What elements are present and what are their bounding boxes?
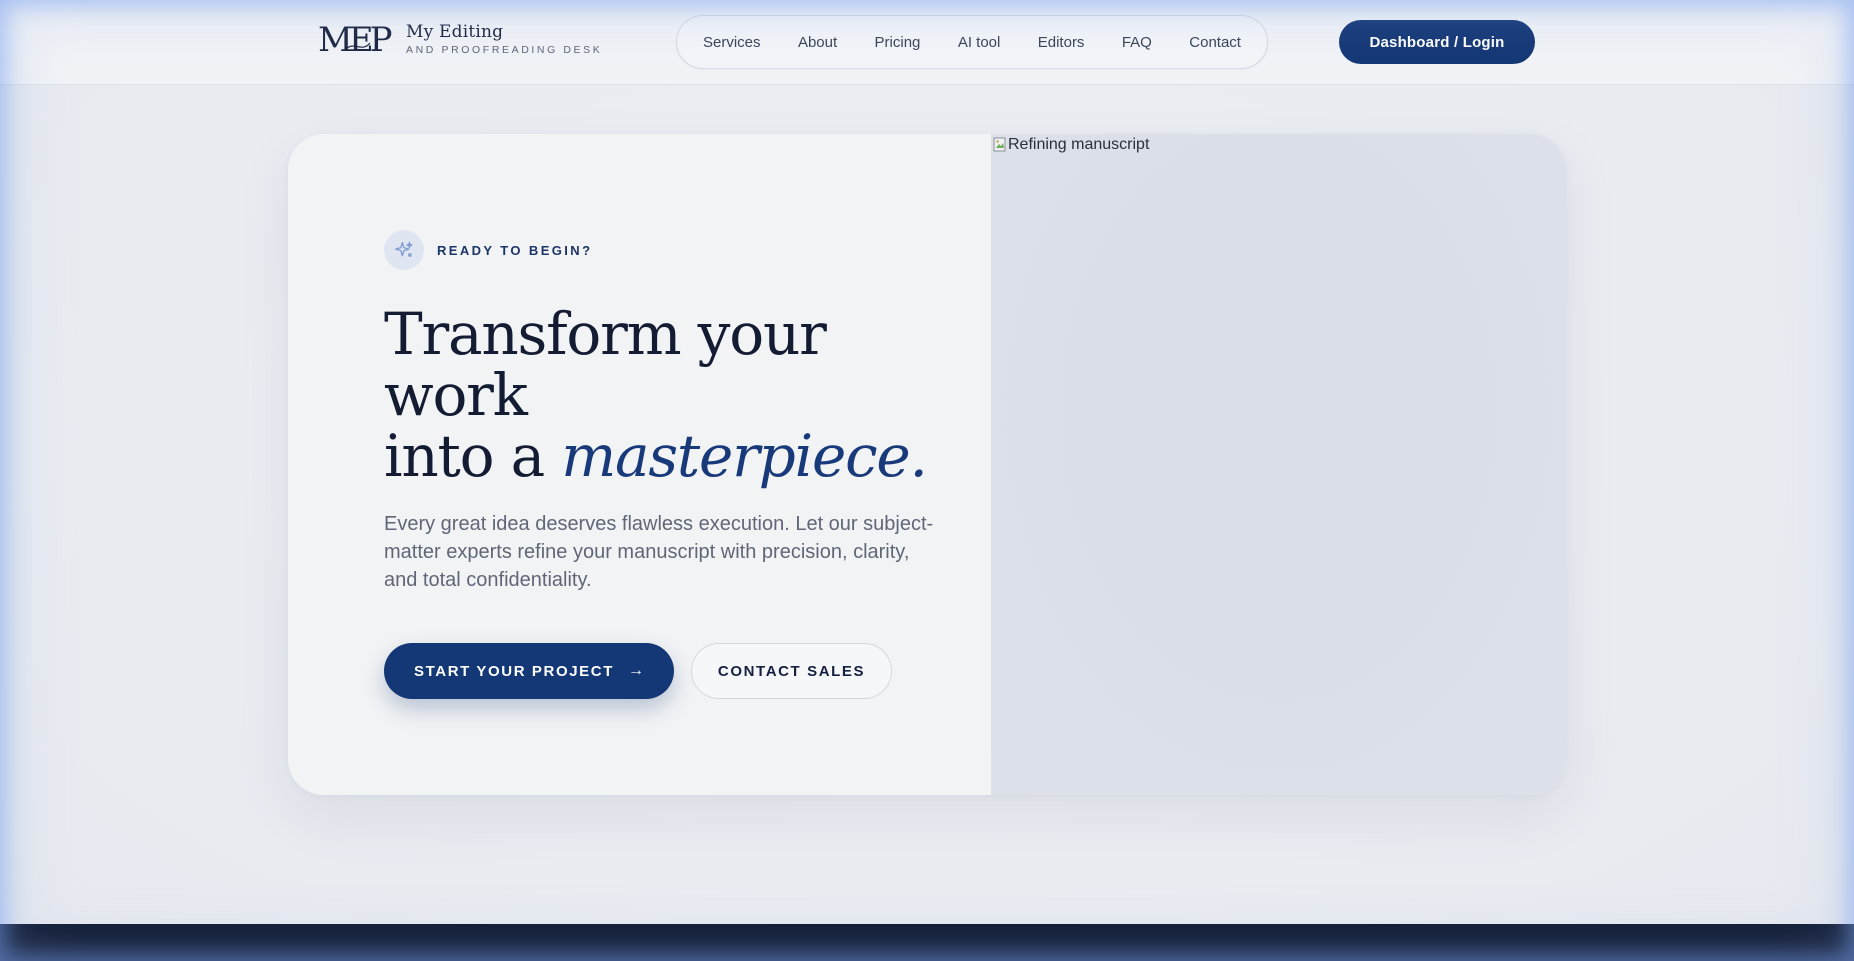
start-project-label: START YOUR PROJECT: [414, 662, 614, 680]
hero-card: READY TO BEGIN? Transform your work into…: [288, 134, 1566, 795]
nav-about[interactable]: About: [798, 34, 837, 51]
page: MEP My Editing AND PROOFREADING DESK Ser…: [0, 0, 1854, 961]
image-alt-label: Refining manuscript: [1008, 136, 1150, 153]
site-header: MEP My Editing AND PROOFREADING DESK Ser…: [0, 0, 1854, 85]
sparkles-icon: [384, 230, 424, 270]
logo-text: My Editing AND PROOFREADING DESK: [406, 22, 602, 57]
nav-faq[interactable]: FAQ: [1122, 34, 1152, 51]
nav-contact[interactable]: Contact: [1189, 34, 1241, 51]
headline-line-2-prefix: into a: [384, 422, 562, 490]
logo-mark-text: MEP: [318, 20, 392, 59]
nav-pricing[interactable]: Pricing: [875, 34, 921, 51]
contact-sales-button[interactable]: CONTACT SALES: [691, 643, 892, 699]
logo-subtitle: AND PROOFREADING DESK: [406, 43, 603, 56]
nav-editors[interactable]: Editors: [1038, 34, 1085, 51]
headline-accent: masterpiece.: [561, 422, 928, 490]
nav-services[interactable]: Services: [703, 34, 761, 51]
logo-mark-icon: MEP: [318, 20, 396, 59]
hero-description: Every great idea deserves flawless execu…: [384, 513, 934, 591]
badge-label: READY TO BEGIN?: [437, 242, 593, 258]
logo-title: My Editing: [406, 21, 504, 42]
dashboard-login-button[interactable]: Dashboard / Login: [1339, 20, 1535, 64]
nav-ai-tool[interactable]: AI tool: [958, 34, 1001, 51]
footer-bar: [0, 924, 1854, 961]
hero-content: READY TO BEGIN? Transform your work into…: [288, 134, 991, 795]
start-project-button[interactable]: START YOUR PROJECT →: [384, 643, 674, 699]
image-alt-text: Refining manuscript: [993, 136, 1149, 154]
headline-line-1: Transform your work: [384, 300, 827, 429]
main-nav: Services About Pricing AI tool Editors F…: [676, 15, 1268, 69]
arrow-right-icon: →: [627, 662, 644, 679]
hero-image: Refining manuscript: [991, 134, 1566, 795]
logo-link[interactable]: MEP My Editing AND PROOFREADING DESK: [318, 19, 602, 59]
hero-headline: Transform your work into a masterpiece.: [384, 304, 944, 487]
hero-badge: READY TO BEGIN?: [384, 230, 592, 270]
broken-image-icon: [993, 137, 1006, 152]
